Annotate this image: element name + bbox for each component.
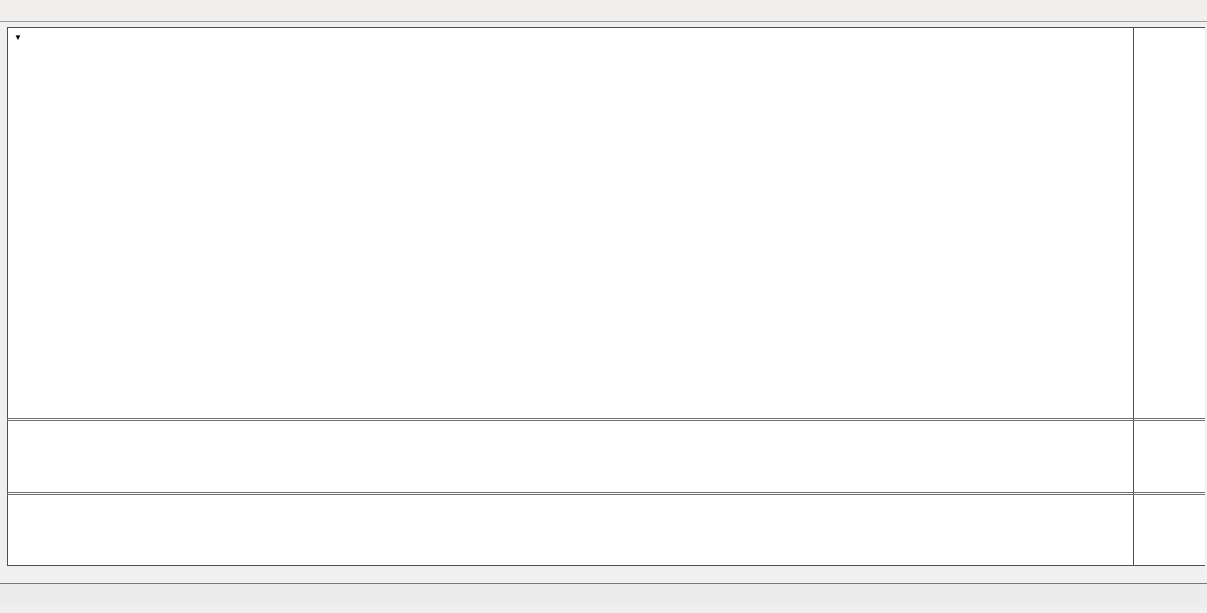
timeframe-toolbar xyxy=(0,0,1207,22)
macd-indicator-chart[interactable] xyxy=(8,421,1132,492)
pane-separator[interactable] xyxy=(7,418,1205,419)
pane-separator[interactable] xyxy=(7,492,1205,493)
status-strip xyxy=(0,607,1207,613)
chart-frame-bottom xyxy=(7,565,1205,566)
trading-platform-window: { "toolbar": { "timeframes": ["5","M30",… xyxy=(0,0,1207,613)
rsi-indicator-chart[interactable] xyxy=(8,495,1132,565)
symbol-tab-bar xyxy=(0,583,1207,607)
candlestick-chart[interactable] xyxy=(8,28,1132,418)
price-axis-line xyxy=(1133,27,1134,566)
